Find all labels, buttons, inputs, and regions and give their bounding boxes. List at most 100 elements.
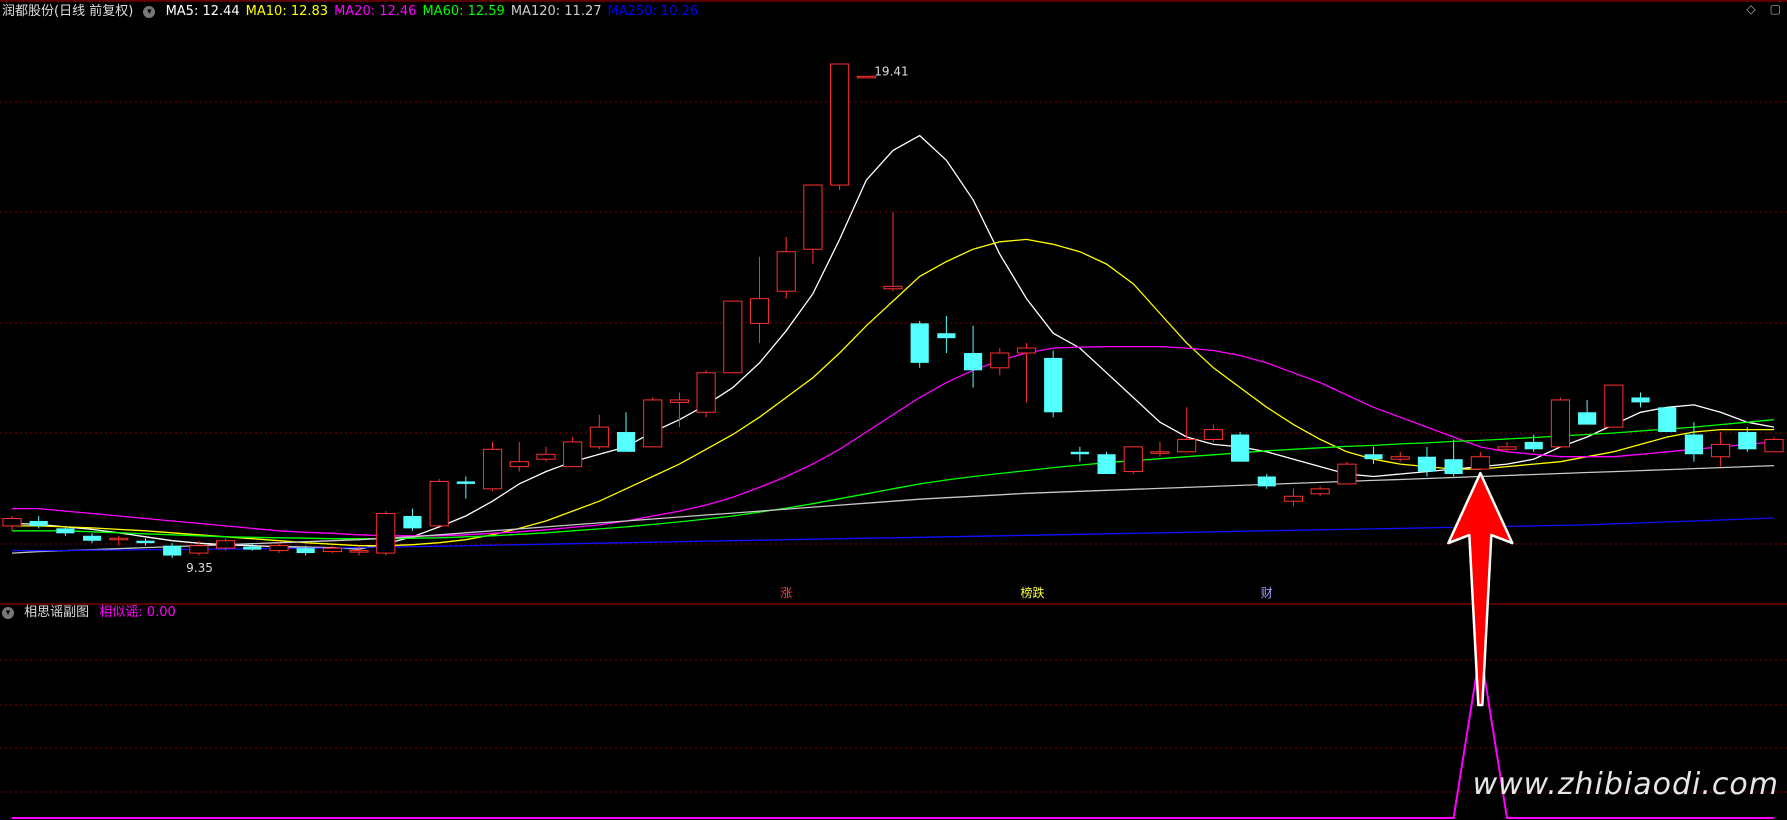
candle — [589, 414, 609, 450]
candle — [1044, 350, 1063, 418]
expand-right-icon[interactable]: ▢ — [1770, 2, 1781, 16]
corner-controls: ◇ ▢ — [1732, 2, 1781, 16]
candle-body — [830, 63, 850, 186]
candle — [1631, 392, 1650, 408]
main-chart-header: 润都股份(日线 前复权) ▾ MA5: 12.44 MA10: 12.83 MA20… — [2, 2, 710, 22]
max-price-label: 19.41 — [874, 64, 908, 78]
candle — [1364, 446, 1383, 465]
chart-title: 润都股份(日线 前复权) — [2, 4, 134, 19]
candle — [616, 412, 636, 452]
candle-body — [536, 453, 556, 460]
candle — [1337, 461, 1357, 485]
kline-chart[interactable]: 19.41 9.35 — [0, 0, 1787, 820]
candle-body — [964, 352, 983, 371]
candle-body — [1123, 446, 1143, 473]
candle-body — [482, 448, 503, 490]
candle-body — [990, 352, 1010, 369]
candle — [1097, 451, 1116, 475]
up-arrow-icon — [1447, 471, 1514, 707]
expand-left-icon[interactable]: ◇ — [1746, 2, 1755, 16]
candle — [830, 63, 850, 190]
candle — [563, 436, 583, 468]
candle — [2, 516, 22, 531]
sub-chart-title: 相思谣副图 — [24, 605, 90, 620]
candle — [536, 446, 556, 462]
candle-body — [1578, 412, 1597, 425]
candle-body — [696, 372, 716, 413]
candle — [1203, 424, 1223, 442]
candle — [1230, 432, 1250, 462]
candle — [1016, 343, 1037, 403]
candle-body — [1230, 434, 1250, 462]
candle-body — [322, 547, 342, 553]
candle — [1070, 446, 1089, 462]
ma-legend-item: MA10: 12.83 — [245, 4, 329, 19]
candle — [1150, 441, 1170, 457]
candle — [856, 75, 876, 79]
candle-body — [1257, 476, 1276, 487]
candle-body — [109, 537, 129, 541]
candle-body — [189, 545, 209, 554]
candle-body — [56, 528, 75, 534]
ma-legend-item: MA120: 11.27 — [510, 4, 602, 19]
sub-indicator-label: 相似谣: 0.00 — [99, 605, 176, 620]
event-marker[interactable]: 榜跌 — [1018, 585, 1046, 601]
candle-body — [1524, 441, 1543, 450]
candle-body — [376, 513, 396, 554]
candle-body — [883, 285, 903, 290]
candle-body — [1390, 456, 1410, 460]
candle-body — [83, 535, 102, 541]
candle-body — [1097, 454, 1116, 475]
candle-body — [456, 481, 475, 484]
candle-body — [403, 516, 422, 529]
ma-legend: MA5: 12.44 MA10: 12.83 MA20: 12.46 MA60: 12… — [166, 4, 705, 19]
candle-body — [1658, 407, 1677, 433]
candle — [429, 478, 449, 527]
candle — [1470, 451, 1490, 470]
candle-body — [803, 184, 823, 250]
signal-arrow — [1447, 471, 1514, 707]
candle-body — [616, 432, 636, 452]
candle-body — [269, 545, 289, 552]
collapse-icon[interactable]: ▾ — [143, 5, 156, 18]
watermark: www.zhibiaodi.com — [1472, 767, 1779, 802]
candle-body — [243, 546, 262, 550]
ma-legend-item: MA20: 12.46 — [334, 4, 417, 19]
ma-legend-item: MA5: 12.44 — [165, 4, 240, 19]
candle-body — [296, 548, 315, 554]
candle-body — [509, 461, 529, 468]
event-marker[interactable]: 财 — [1259, 585, 1275, 601]
candle-body — [29, 520, 48, 526]
candle-body — [1364, 454, 1383, 460]
collapse-sub-icon[interactable]: ▾ — [2, 606, 14, 619]
candle-body — [1550, 399, 1571, 448]
moving-average-lines — [11, 134, 1775, 554]
candle — [403, 508, 422, 531]
candle-body — [749, 298, 770, 324]
candle-body — [1497, 446, 1517, 450]
candle-body — [215, 540, 236, 549]
candle-body — [1444, 459, 1463, 475]
candle-body — [776, 251, 796, 292]
ma-line-ma20 — [12, 345, 1775, 537]
candle-body — [856, 75, 876, 79]
candle — [803, 184, 823, 265]
candle-body — [1711, 443, 1731, 458]
candle — [1578, 399, 1597, 425]
candle-body — [163, 545, 182, 556]
candle — [83, 533, 102, 544]
candle-body — [1150, 451, 1170, 454]
candle-body — [1016, 347, 1037, 354]
ma-legend-item: MA250: 10.26 — [607, 4, 699, 19]
candle — [1310, 486, 1330, 497]
candle-body — [1764, 438, 1784, 453]
candle — [1764, 436, 1784, 453]
candle — [910, 320, 929, 368]
candle-body — [1070, 451, 1089, 455]
candle — [990, 348, 1010, 376]
candle — [964, 325, 983, 388]
event-marker[interactable]: 涨 — [778, 585, 794, 601]
candle — [1711, 432, 1731, 467]
ma-line-ma5 — [11, 134, 1775, 550]
candle-body — [723, 300, 743, 374]
